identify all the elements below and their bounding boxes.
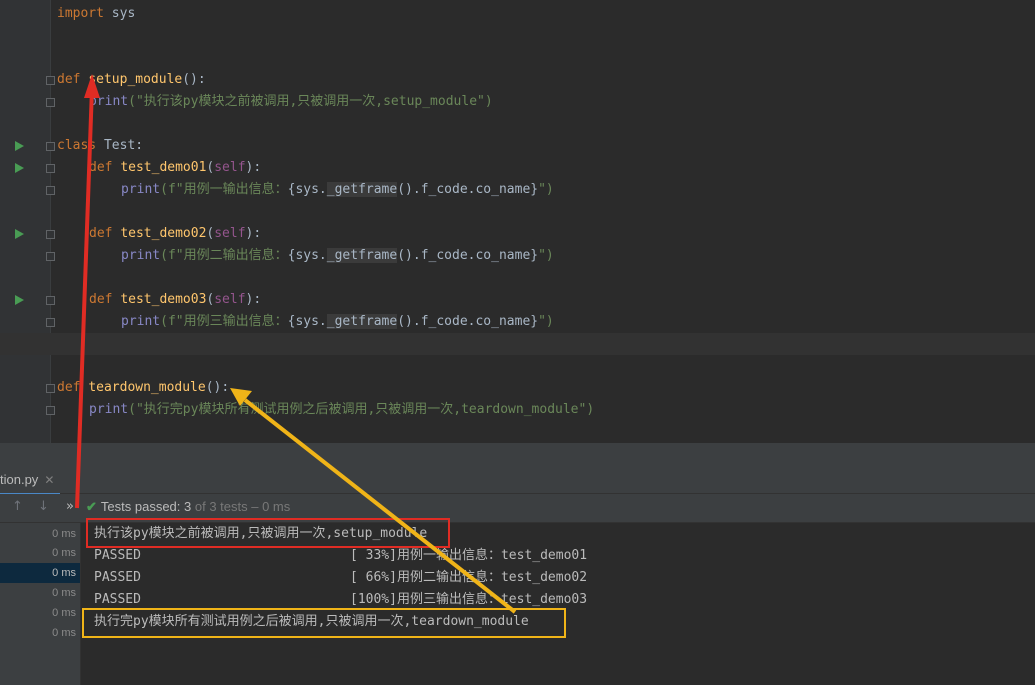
gutter-separator bbox=[50, 0, 51, 443]
fold-icon[interactable] bbox=[46, 186, 55, 195]
fold-icon[interactable] bbox=[46, 142, 55, 151]
code-line-demo02-def: def test_demo02(self): bbox=[89, 226, 262, 241]
code-line-import: import sys bbox=[57, 6, 136, 21]
code-line-demo01-print: print(f"用例一输出信息：{sys._getframe().f_code.… bbox=[121, 182, 554, 197]
code-line-demo03-def: def test_demo03(self): bbox=[89, 292, 262, 307]
run-tab-label: tion.py bbox=[0, 472, 39, 487]
console-row-2: PASSED[ 66%]用例二输出信息：test_demo02 bbox=[94, 570, 588, 585]
red-highlight-box bbox=[86, 518, 450, 548]
more-actions-icon[interactable]: » bbox=[66, 499, 74, 514]
editor-gutter bbox=[0, 0, 50, 443]
yellow-highlight-box bbox=[82, 608, 566, 638]
code-line-demo03-print: print(f"用例三输出信息：{sys._getframe().f_code.… bbox=[121, 314, 554, 329]
run-class-icon[interactable] bbox=[15, 141, 24, 151]
tree-row-selected[interactable]: 0 ms bbox=[0, 563, 80, 583]
tree-row[interactable]: 0 ms bbox=[0, 543, 80, 563]
fold-icon[interactable] bbox=[46, 406, 55, 415]
tree-row[interactable]: 0 ms bbox=[0, 603, 80, 623]
code-line-setup-print: print("执行该py模块之前被调用,只被调用一次,setup_module"… bbox=[89, 94, 493, 109]
check-icon: ✔ bbox=[86, 499, 97, 514]
code-line-teardown-def: def teardown_module(): bbox=[57, 380, 230, 395]
code-line-demo02-print: print(f"用例二输出信息：{sys._getframe().f_code.… bbox=[121, 248, 554, 263]
fold-icon[interactable] bbox=[46, 296, 55, 305]
status-prefix: Tests passed: bbox=[100, 499, 181, 514]
run-tab[interactable]: tion.py ✕ bbox=[0, 465, 61, 495]
tests-status: ✔ Tests passed: 3 of 3 tests – 0 ms bbox=[86, 499, 290, 515]
run-tab-bar: tion.py ✕ bbox=[0, 465, 1035, 495]
tree-row[interactable]: 0 ms bbox=[0, 524, 80, 544]
code-line-demo01-def: def test_demo01(self): bbox=[89, 160, 262, 175]
fold-icon[interactable] bbox=[46, 164, 55, 173]
fold-icon[interactable] bbox=[46, 76, 55, 85]
test-tree: 0 ms 0 ms 0 ms 0 ms 0 ms 0 ms bbox=[0, 523, 81, 685]
code-line-setup-def: def setup_module(): bbox=[57, 72, 206, 87]
current-line-highlight bbox=[0, 333, 1035, 355]
run-test-demo02-icon[interactable] bbox=[15, 229, 24, 239]
status-count: 3 bbox=[184, 499, 192, 514]
close-icon[interactable]: ✕ bbox=[44, 473, 54, 487]
previous-failed-icon[interactable]: ↑ bbox=[12, 499, 23, 514]
tree-row[interactable]: 0 ms bbox=[0, 583, 80, 603]
console-row-1: PASSED[ 33%]用例一输出信息：test_demo01 bbox=[94, 548, 588, 563]
fold-icon[interactable] bbox=[46, 252, 55, 261]
panel-splitter[interactable] bbox=[0, 443, 1035, 465]
fold-icon[interactable] bbox=[46, 384, 55, 393]
code-editor[interactable]: import sys def setup_module(): print("执行… bbox=[0, 0, 1035, 443]
fold-icon[interactable] bbox=[46, 230, 55, 239]
tree-row[interactable]: 0 ms bbox=[0, 623, 80, 643]
next-failed-icon[interactable]: ↓ bbox=[38, 499, 49, 514]
code-line-teardown-print: print("执行完py模块所有测试用例之后被调用,只被调用一次,teardow… bbox=[89, 402, 595, 417]
run-test-demo03-icon[interactable] bbox=[15, 295, 24, 305]
run-test-demo01-icon[interactable] bbox=[15, 163, 24, 173]
status-suffix: of 3 tests – 0 ms bbox=[194, 499, 291, 514]
fold-icon[interactable] bbox=[46, 98, 55, 107]
code-line-class: class Test: bbox=[57, 138, 144, 153]
fold-icon[interactable] bbox=[46, 318, 55, 327]
